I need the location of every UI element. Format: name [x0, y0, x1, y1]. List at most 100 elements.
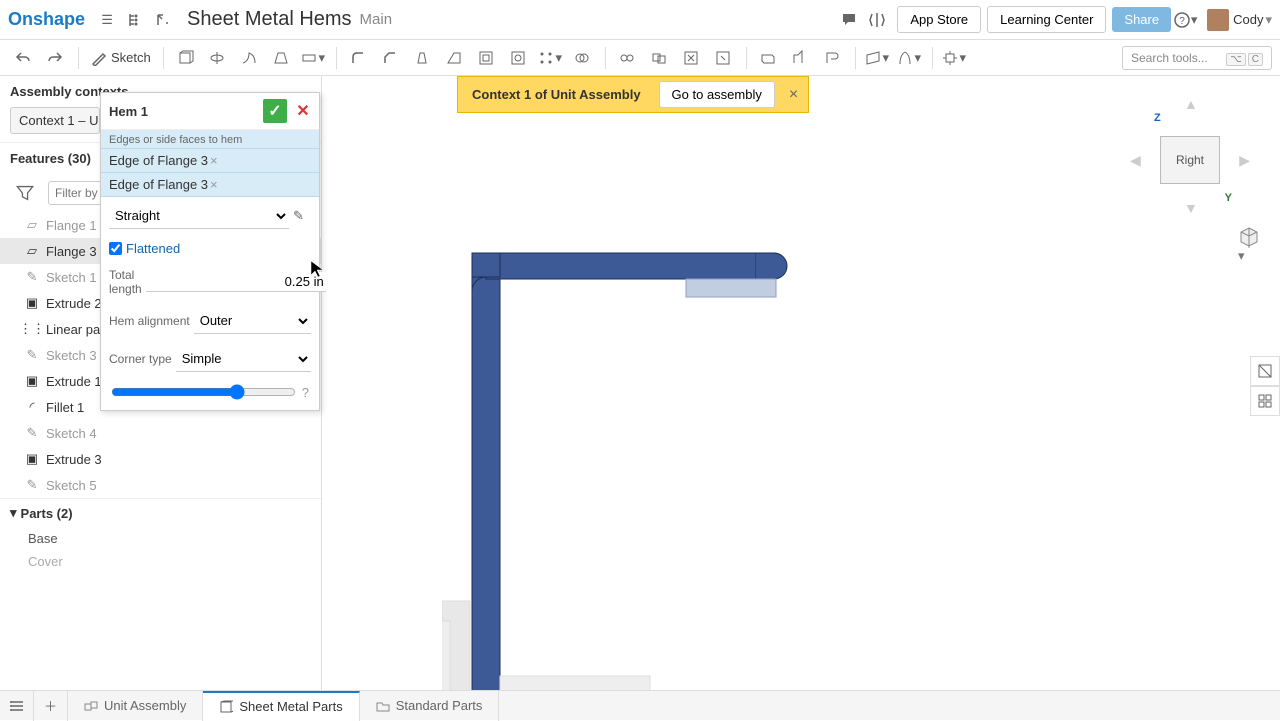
thicken-icon[interactable]: ▾	[298, 43, 328, 73]
feature-item[interactable]: ✎Sketch 4	[0, 420, 321, 446]
corner-type-select[interactable]: Simple	[176, 346, 311, 372]
document-branch[interactable]: Main	[360, 11, 393, 28]
share-button[interactable]: Share	[1112, 7, 1171, 32]
move-icon[interactable]	[644, 43, 674, 73]
sweep-icon[interactable]	[234, 43, 264, 73]
hem-alignment-select[interactable]: Outer	[194, 308, 311, 334]
go-to-assembly-button[interactable]: Go to assembly	[659, 81, 775, 108]
context-select[interactable]: Context 1 – U	[10, 107, 100, 134]
selection-header: Edges or side faces to hem	[101, 130, 319, 149]
compare-icon[interactable]	[863, 6, 891, 34]
sketch-label: Sketch	[111, 50, 151, 65]
total-length-input[interactable]	[146, 272, 326, 292]
chamfer-icon[interactable]	[375, 43, 405, 73]
close-banner-icon[interactable]: ×	[779, 82, 808, 108]
revolve-icon[interactable]	[202, 43, 232, 73]
pattern-icon[interactable]: ▾	[535, 43, 565, 73]
corner-slider[interactable]	[111, 384, 296, 400]
confirm-button[interactable]: ✓	[263, 99, 287, 123]
part-studio-icon	[219, 700, 233, 714]
document-title[interactable]: Sheet Metal Hems	[187, 8, 352, 31]
hem-tool-icon[interactable]	[817, 43, 847, 73]
flattened-checkbox[interactable]	[109, 242, 122, 255]
flattened-label: Flattened	[126, 241, 180, 256]
enclose-icon[interactable]: ▾	[894, 43, 924, 73]
draft-icon[interactable]	[407, 43, 437, 73]
assembly-icon	[84, 699, 98, 713]
help-icon[interactable]: ?	[302, 385, 309, 400]
selection-item[interactable]: Edge of Flange 3×	[101, 173, 319, 197]
custom-feature-icon[interactable]: ▾	[939, 43, 969, 73]
learning-center-button[interactable]: Learning Center	[987, 6, 1106, 33]
boolean-icon[interactable]	[567, 43, 597, 73]
part-item[interactable]: Cover	[0, 550, 321, 573]
add-tab-icon[interactable]: ＋	[34, 691, 68, 721]
sketch-icon: ✎	[24, 477, 40, 493]
search-tools-input[interactable]: Search tools... ⌥C	[1122, 46, 1272, 70]
tab-sheet-metal-parts[interactable]: Sheet Metal Parts	[203, 691, 359, 721]
feature-item[interactable]: ▣Extrude 3	[0, 446, 321, 472]
pattern-icon: ⋮⋮	[24, 321, 40, 337]
view-cube[interactable]: ▲ ▼ ◀ ▶ Right Z Y	[1130, 96, 1250, 216]
exploded-view-icon[interactable]	[1250, 386, 1280, 416]
app-store-button[interactable]: App Store	[897, 6, 981, 33]
part-item[interactable]: Base	[0, 527, 321, 550]
hole-icon[interactable]	[503, 43, 533, 73]
view-down-arrow[interactable]: ▼	[1184, 200, 1198, 216]
tab-unit-assembly[interactable]: Unit Assembly	[68, 691, 203, 721]
top-bar: Onshape ☰ Sheet Metal Hems Main App Stor…	[0, 0, 1280, 40]
selection-item[interactable]: Edge of Flange 3×	[101, 149, 319, 173]
cancel-button[interactable]: ✕	[291, 99, 315, 123]
svg-text:?: ?	[1179, 16, 1185, 27]
view-right-arrow[interactable]: ▶	[1239, 152, 1250, 169]
view-left-arrow[interactable]: ◀	[1130, 152, 1141, 169]
hem-type-select[interactable]: Straight	[109, 203, 289, 229]
folder-icon	[376, 699, 390, 713]
tab-menu-icon[interactable]	[0, 691, 34, 721]
logo: Onshape	[8, 9, 85, 30]
remove-selection-icon[interactable]: ×	[210, 153, 311, 168]
help-icon[interactable]: ? ▾	[1171, 6, 1199, 34]
comments-icon[interactable]	[835, 6, 863, 34]
wand-icon[interactable]: ✎	[293, 208, 311, 224]
extrude-icon[interactable]	[170, 43, 200, 73]
view-up-arrow[interactable]: ▲	[1184, 96, 1198, 112]
flange-tool-icon[interactable]	[785, 43, 815, 73]
bottom-tab-bar: ＋ Unit Assembly Sheet Metal Parts Standa…	[0, 690, 1280, 720]
feature-item[interactable]: ✎Sketch 5	[0, 472, 321, 498]
hem-alignment-label: Hem alignment	[109, 314, 190, 328]
loft-icon[interactable]	[266, 43, 296, 73]
remove-selection-icon[interactable]: ×	[210, 177, 311, 192]
sketch-icon: ✎	[24, 269, 40, 285]
hamburger-icon[interactable]: ☰	[93, 6, 121, 34]
delete-face-icon[interactable]	[676, 43, 706, 73]
transform-icon[interactable]	[612, 43, 642, 73]
plane-icon[interactable]: ▾	[862, 43, 892, 73]
avatar	[1207, 9, 1229, 31]
redo-icon[interactable]	[40, 43, 70, 73]
section-view-icon[interactable]	[1250, 356, 1280, 386]
sketch-icon: ✎	[24, 347, 40, 363]
rib-icon[interactable]	[439, 43, 469, 73]
user-menu[interactable]: Cody ▾	[1207, 9, 1272, 31]
view-cube-face[interactable]: Right	[1160, 136, 1220, 184]
modify-fillet-icon[interactable]	[708, 43, 738, 73]
undo-icon[interactable]	[8, 43, 38, 73]
extrude-icon: ▣	[24, 373, 40, 389]
kbd-alt: ⌥	[1226, 53, 1246, 66]
extrude-icon: ▣	[24, 295, 40, 311]
sketch-button[interactable]: Sketch	[85, 46, 157, 70]
sheet-metal-icon[interactable]	[753, 43, 783, 73]
canvas-3d[interactable]: ▲ ▼ ◀ ▶ Right Z Y ▾	[322, 76, 1280, 690]
insert-icon[interactable]	[149, 6, 177, 34]
tree-icon[interactable]	[121, 6, 149, 34]
fillet-icon[interactable]	[343, 43, 373, 73]
fillet-icon: ◜	[24, 399, 40, 415]
corner-type-label: Corner type	[109, 352, 172, 366]
filter-icon[interactable]	[10, 178, 40, 208]
render-mode-icon[interactable]: ▾	[1238, 226, 1260, 264]
shell-icon[interactable]	[471, 43, 501, 73]
sketch-icon: ✎	[24, 425, 40, 441]
parts-header[interactable]: ▾ Parts (2)	[0, 498, 321, 527]
tab-standard-parts[interactable]: Standard Parts	[360, 691, 500, 721]
